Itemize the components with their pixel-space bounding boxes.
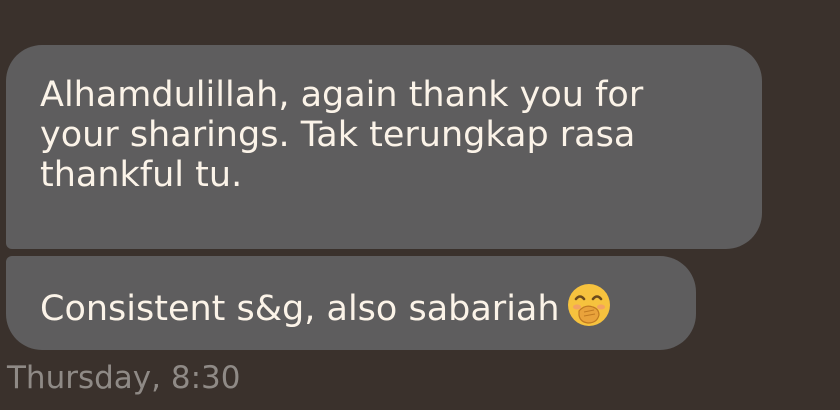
message-text-line: thankful tu. bbox=[40, 155, 243, 195]
message-bubble[interactable]: Alhamdulillah, again thank you for your … bbox=[6, 45, 762, 249]
message-text-line: Alhamdulillah, again thank you for bbox=[40, 75, 644, 115]
face-with-hand-over-mouth-icon bbox=[566, 282, 612, 328]
message-text: Consistent s&g, also sabariah bbox=[40, 289, 560, 329]
message-text-line: your sharings. Tak terungkap rasa bbox=[40, 115, 636, 155]
message-bubble[interactable]: Consistent s&g, also sabariah bbox=[6, 256, 696, 350]
message-timestamp: Thursday, 8:30 bbox=[7, 360, 241, 396]
